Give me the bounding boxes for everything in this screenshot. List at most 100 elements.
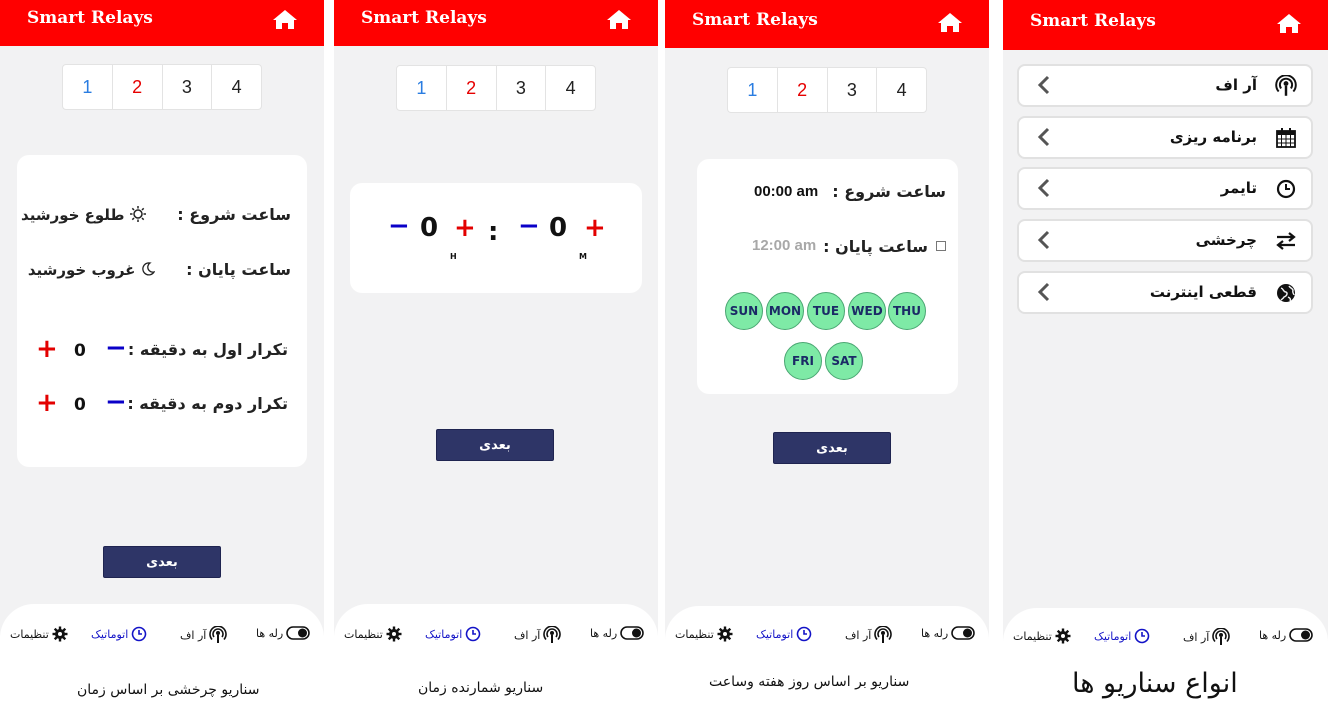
nav-settings[interactable]: تنظیمات <box>1013 628 1071 644</box>
tab-4[interactable]: 4 <box>212 65 261 109</box>
time-separator: : <box>488 217 499 247</box>
nav-relays[interactable]: رله ها <box>256 626 311 640</box>
nav-relays[interactable]: رله ها <box>921 626 976 640</box>
minutes-minus-button[interactable]: − <box>518 211 540 241</box>
end-time-value[interactable]: 12:00 am <box>752 237 816 254</box>
nav-relays-label: رله ها <box>590 626 618 640</box>
nav-relays-label: رله ها <box>256 626 284 640</box>
nav-rf[interactable]: آر اف <box>514 626 562 644</box>
hours-value: 0 <box>420 213 439 243</box>
nav-auto[interactable]: اتوماتیک <box>91 626 147 642</box>
menu-item-timer[interactable]: تایمر <box>1017 167 1313 210</box>
next-button[interactable]: بعدی <box>436 429 554 461</box>
nav-settings-label: تنظیمات <box>1013 629 1052 643</box>
day-thu[interactable]: THU <box>888 292 926 330</box>
nav-auto[interactable]: اتوماتیک <box>425 626 481 642</box>
toggle-icon <box>1289 628 1314 642</box>
exchange-icon <box>1276 232 1296 250</box>
start-time-value[interactable]: 00:00 am <box>754 183 818 200</box>
caption-rotation: سناریو چرخشی بر اساس زمان <box>77 682 260 698</box>
repeat2-label: تکرار دوم به دقیقه : <box>127 394 288 413</box>
hours-plus-button[interactable]: + <box>454 213 476 243</box>
nav-auto-label: اتوماتیک <box>91 627 129 641</box>
chevron-left-icon <box>1037 282 1050 302</box>
next-button[interactable]: بعدی <box>773 432 891 464</box>
nav-rf[interactable]: آر اف <box>1183 628 1231 646</box>
caption-scenario-types: انواع سناریو ها <box>1072 668 1238 699</box>
day-tue[interactable]: TUE <box>807 292 845 330</box>
app-title: Smart Relays <box>1030 11 1156 31</box>
nav-settings[interactable]: تنظیمات <box>10 626 68 642</box>
tab-1[interactable]: 1 <box>63 65 113 109</box>
tab-4[interactable]: 4 <box>546 66 595 110</box>
podcast-icon <box>874 626 893 643</box>
repeat2-minus-button[interactable]: − <box>105 387 127 417</box>
toggle-icon <box>620 626 645 640</box>
end-time-checkbox[interactable] <box>936 241 946 251</box>
nav-relays[interactable]: رله ها <box>1259 628 1314 642</box>
menu-item-label: برنامه ریزی <box>1169 128 1257 146</box>
nav-settings-label: تنظیمات <box>344 627 383 641</box>
nav-relays[interactable]: رله ها <box>590 626 645 640</box>
tab-2[interactable]: 2 <box>778 68 828 112</box>
menu-item-label: چرخشی <box>1195 231 1257 249</box>
tab-2[interactable]: 2 <box>447 66 497 110</box>
home-icon[interactable] <box>1276 12 1302 34</box>
day-mon[interactable]: MON <box>766 292 804 330</box>
tab-3[interactable]: 3 <box>497 66 547 110</box>
tab-3[interactable]: 3 <box>828 68 878 112</box>
moon-icon <box>142 262 156 276</box>
hours-minus-button[interactable]: − <box>388 211 410 241</box>
tab-3[interactable]: 3 <box>163 65 213 109</box>
repeat2-plus-button[interactable]: + <box>36 388 58 418</box>
menu-item-internet-outage[interactable]: قطعی اینترنت <box>1017 271 1313 314</box>
next-button[interactable]: بعدی <box>103 546 221 578</box>
nav-rf[interactable]: آر اف <box>845 626 893 644</box>
phone-screen-rotation: Smart Relays 1 2 3 4 ساعت شروع : طلوع خو… <box>0 0 324 660</box>
clock-icon <box>131 626 147 642</box>
nav-auto-label: اتوماتیک <box>425 627 463 641</box>
nav-rf[interactable]: آر اف <box>180 626 228 644</box>
day-sun[interactable]: SUN <box>725 292 763 330</box>
app-header: Smart Relays <box>0 0 324 46</box>
nav-rf-label: آر اف <box>1183 630 1210 644</box>
day-wed[interactable]: WED <box>848 292 886 330</box>
start-time-row: ساعت شروع : طلوع خورشید <box>21 205 291 224</box>
nav-rf-label: آر اف <box>514 628 541 642</box>
end-time-row: ساعت پایان : غروب خورشید <box>28 260 291 279</box>
start-time-value[interactable]: طلوع خورشید <box>21 206 125 224</box>
chevron-left-icon <box>1037 127 1050 147</box>
nav-relays-label: رله ها <box>921 626 949 640</box>
nav-settings[interactable]: تنظیمات <box>675 626 733 642</box>
tab-1[interactable]: 1 <box>728 68 778 112</box>
tab-1[interactable]: 1 <box>397 66 447 110</box>
menu-item-schedule[interactable]: برنامه ریزی <box>1017 116 1313 159</box>
menu-item-rf[interactable]: آر اف <box>1017 64 1313 107</box>
nav-auto[interactable]: اتوماتیک <box>756 626 812 642</box>
clock-icon <box>796 626 812 642</box>
gear-icon <box>386 626 402 642</box>
nav-settings-label: تنظیمات <box>10 627 49 641</box>
nav-settings-label: تنظیمات <box>675 627 714 641</box>
menu-item-rotation[interactable]: چرخشی <box>1017 219 1313 262</box>
nav-relays-label: رله ها <box>1259 628 1287 642</box>
repeat1-minus-button[interactable]: − <box>105 333 127 363</box>
app-title: Smart Relays <box>27 8 153 28</box>
nav-auto[interactable]: اتوماتیک <box>1094 628 1150 644</box>
home-icon[interactable] <box>606 8 632 30</box>
home-icon[interactable] <box>937 11 963 33</box>
home-icon[interactable] <box>272 8 298 30</box>
calendar-icon <box>1276 128 1296 148</box>
nav-settings[interactable]: تنظیمات <box>344 626 402 642</box>
end-time-label: ساعت پایان : <box>823 237 928 256</box>
tab-4[interactable]: 4 <box>877 68 926 112</box>
relay-tabs: 1 2 3 4 <box>727 67 927 113</box>
tab-2[interactable]: 2 <box>113 65 163 109</box>
globe-icon <box>1277 284 1295 302</box>
gear-icon <box>717 626 733 642</box>
day-fri[interactable]: FRI <box>784 342 822 380</box>
day-sat[interactable]: SAT <box>825 342 863 380</box>
repeat1-plus-button[interactable]: + <box>36 334 58 364</box>
end-time-value[interactable]: غروب خورشید <box>28 261 136 279</box>
minutes-plus-button[interactable]: + <box>584 213 606 243</box>
